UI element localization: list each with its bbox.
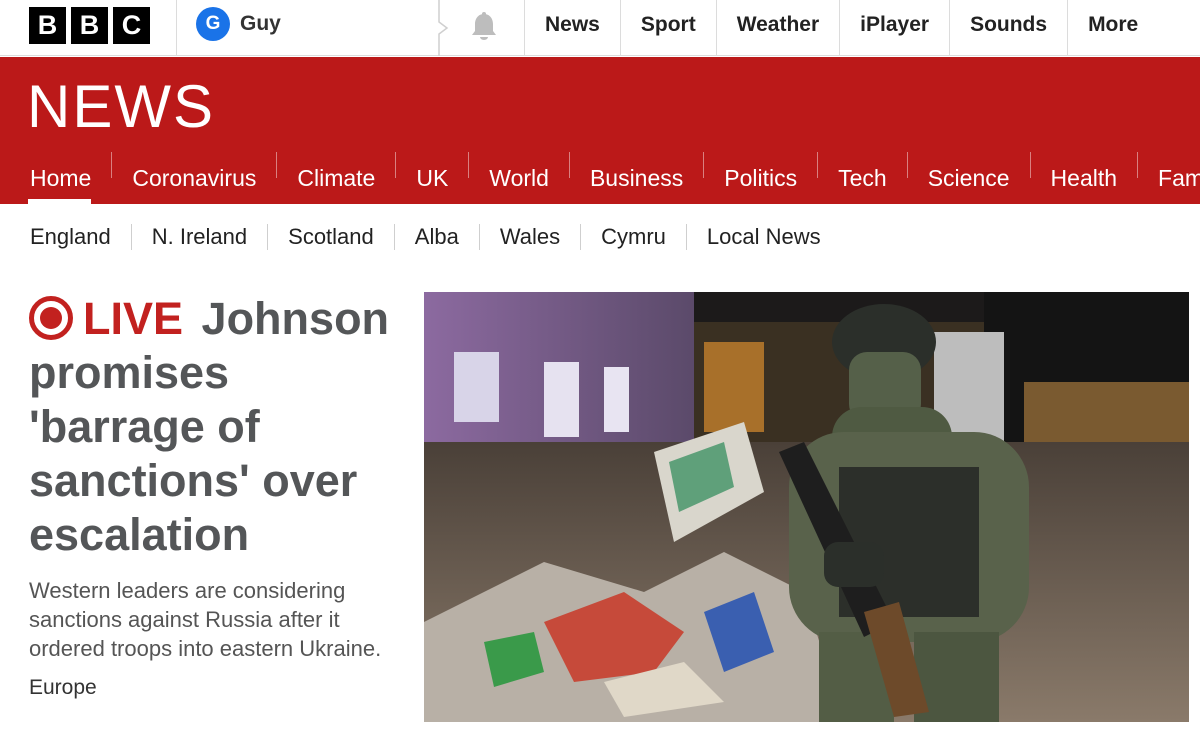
divider <box>176 0 177 56</box>
main-nav-item-home: Home <box>0 152 111 204</box>
bbc-logo[interactable]: B B C <box>29 7 150 44</box>
main-nav-item-business: Business <box>570 152 703 204</box>
main-nav-item-politics: Politics <box>704 152 817 204</box>
logo-letter: C <box>113 7 150 44</box>
top-nav-more[interactable]: More <box>1067 0 1158 56</box>
top-nav-sounds[interactable]: Sounds <box>949 0 1067 56</box>
story-image[interactable] <box>424 292 1189 722</box>
account-link[interactable]: G Guy <box>196 7 281 41</box>
main-nav-link[interactable]: World <box>469 152 569 204</box>
live-label: LIVE <box>83 293 184 344</box>
main-nav-link[interactable]: Coronavirus <box>112 152 276 204</box>
sub-nav-alba[interactable]: Alba <box>395 224 479 250</box>
news-banner: NEWS Home Coronavirus Climate UK World B… <box>0 57 1200 204</box>
main-nav-link[interactable]: Business <box>570 152 703 204</box>
story-photo <box>424 292 1189 722</box>
story-headline-link[interactable]: LIVE Johnson promises 'barrage of sancti… <box>29 292 399 562</box>
main-nav-link[interactable]: Home <box>0 152 111 204</box>
main-nav-link[interactable]: Tech <box>818 152 907 204</box>
bell-icon[interactable] <box>467 10 501 44</box>
main-nav-link[interactable]: Health <box>1031 152 1137 204</box>
main-nav-item-health: Health <box>1031 152 1137 204</box>
account-name: Guy <box>240 12 281 35</box>
main-nav-item-coronavirus: Coronavirus <box>112 152 276 204</box>
main-nav-link[interactable]: Science <box>908 152 1030 204</box>
main-nav: Home Coronavirus Climate UK World Busine… <box>0 152 1200 204</box>
top-nav-sport[interactable]: Sport <box>619 0 716 56</box>
top-nav-iplayer[interactable]: iPlayer <box>839 0 949 56</box>
main-nav-item-tech: Tech <box>818 152 907 204</box>
top-nav-weather[interactable]: Weather <box>715 0 839 56</box>
main-nav-link[interactable]: Fami <box>1138 152 1200 204</box>
sub-nav-cymru[interactable]: Cymru <box>581 224 686 250</box>
sub-nav-scotland[interactable]: Scotland <box>268 224 394 250</box>
sub-nav-n-ireland[interactable]: N. Ireland <box>132 224 267 250</box>
sub-nav-wales[interactable]: Wales <box>480 224 580 250</box>
live-record-icon <box>29 296 73 340</box>
logo-letter: B <box>71 7 108 44</box>
sub-nav: England N. Ireland Scotland Alba Wales C… <box>0 204 1200 270</box>
sub-nav-local-news[interactable]: Local News <box>687 224 841 250</box>
top-nav: News Sport Weather iPlayer Sounds More <box>524 0 1158 56</box>
main-nav-link[interactable]: Climate <box>277 152 395 204</box>
chevron-divider-icon <box>438 0 449 56</box>
avatar: G <box>196 7 230 41</box>
story-summary: Western leaders are considering sanction… <box>29 578 382 661</box>
main-nav-item-uk: UK <box>396 152 468 204</box>
top-bar: B B C G Guy News Sport Weather iPlayer S… <box>0 0 1200 56</box>
main-nav-item-science: Science <box>908 152 1030 204</box>
top-nav-news[interactable]: News <box>524 0 620 56</box>
main-nav-item-world: World <box>469 152 569 204</box>
main-nav-item-climate: Climate <box>277 152 395 204</box>
logo-letter: B <box>29 7 66 44</box>
main-nav-link[interactable]: Politics <box>704 152 817 204</box>
news-wordmark[interactable]: NEWS <box>27 75 215 139</box>
section-tag[interactable]: Europe <box>29 676 399 700</box>
top-story: LIVE Johnson promises 'barrage of sancti… <box>29 292 399 700</box>
sub-nav-england[interactable]: England <box>0 224 131 250</box>
main-nav-link[interactable]: UK <box>396 152 468 204</box>
main-nav-item-family: Fami <box>1138 152 1200 204</box>
